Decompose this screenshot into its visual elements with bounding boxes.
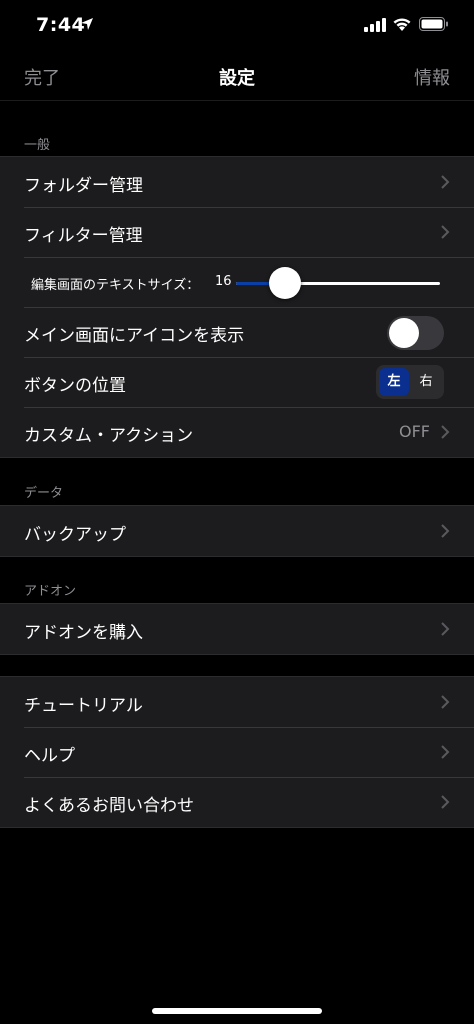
- info-button[interactable]: 情報: [414, 64, 450, 90]
- chevron-right-icon: [441, 524, 450, 538]
- faq-row[interactable]: よくあるお問い合わせ: [0, 777, 474, 827]
- tutorial-label: チュートリアル: [24, 696, 143, 716]
- toggle-knob: [389, 318, 419, 348]
- button-position-segmented-control: 左 右: [376, 365, 444, 399]
- custom-action-value: OFF: [399, 422, 430, 441]
- segment-left[interactable]: 左: [379, 368, 409, 396]
- show-icon-toggle[interactable]: [387, 316, 444, 350]
- chevron-right-icon: [441, 695, 450, 709]
- battery-icon: [419, 17, 448, 31]
- chevron-right-icon: [441, 795, 450, 809]
- filter-manage-row[interactable]: フィルター管理: [0, 207, 474, 257]
- wifi-icon: [393, 18, 411, 31]
- text-size-slider-thumb[interactable]: [268, 267, 301, 299]
- purchase-addon-row[interactable]: アドオンを購入: [0, 604, 474, 654]
- faq-label: よくあるお問い合わせ: [24, 796, 194, 816]
- text-size-row: 編集画面のテキストサイズ： 16: [0, 257, 474, 307]
- help-label: ヘルプ: [24, 746, 75, 766]
- cellular-signal-icon: [364, 18, 386, 32]
- home-indicator[interactable]: [152, 1008, 322, 1014]
- custom-action-label: カスタム・アクション: [24, 426, 194, 446]
- text-size-slider-track[interactable]: [236, 282, 440, 285]
- page-title: 設定: [219, 68, 255, 89]
- support-group: チュートリアル ヘルプ よくあるお問い合わせ: [0, 676, 474, 828]
- status-bar: 7:44: [0, 0, 474, 52]
- text-size-value: 16: [215, 274, 232, 289]
- done-button[interactable]: 完了: [24, 64, 60, 90]
- chevron-right-icon: [441, 622, 450, 636]
- chevron-right-icon: [441, 425, 450, 439]
- chevron-right-icon: [441, 225, 450, 239]
- status-time: 7:44: [36, 14, 86, 36]
- section-header-general: 一般: [24, 138, 51, 153]
- text-size-label: 編集画面のテキストサイズ：: [31, 278, 200, 293]
- custom-action-row[interactable]: カスタム・アクション OFF: [0, 407, 474, 457]
- button-position-label: ボタンの位置: [24, 376, 126, 396]
- chevron-right-icon: [441, 175, 450, 189]
- filter-manage-label: フィルター管理: [24, 226, 143, 246]
- button-position-row: ボタンの位置 左 右: [0, 357, 474, 407]
- chevron-right-icon: [441, 745, 450, 759]
- location-arrow-icon: [81, 18, 93, 30]
- help-row[interactable]: ヘルプ: [0, 727, 474, 777]
- backup-label: バックアップ: [24, 525, 126, 545]
- section-header-addon: アドオン: [24, 584, 77, 599]
- show-icon-label: メイン画面にアイコンを表示: [24, 326, 245, 346]
- segment-right[interactable]: 右: [411, 368, 441, 396]
- folder-manage-label: フォルダー管理: [24, 176, 143, 196]
- show-icon-row: メイン画面にアイコンを表示: [0, 307, 474, 357]
- backup-row[interactable]: バックアップ: [0, 506, 474, 556]
- purchase-addon-label: アドオンを購入: [24, 623, 143, 643]
- navigation-bar: 設定 完了 情報: [0, 52, 474, 101]
- addon-settings-group: アドオンを購入: [0, 603, 474, 655]
- tutorial-row[interactable]: チュートリアル: [0, 677, 474, 727]
- general-settings-group: フォルダー管理 フィルター管理 編集画面のテキストサイズ： 16 メイン画面にア…: [0, 156, 474, 458]
- section-header-data: データ: [24, 486, 64, 501]
- data-settings-group: バックアップ: [0, 505, 474, 557]
- folder-manage-row[interactable]: フォルダー管理: [0, 157, 474, 207]
